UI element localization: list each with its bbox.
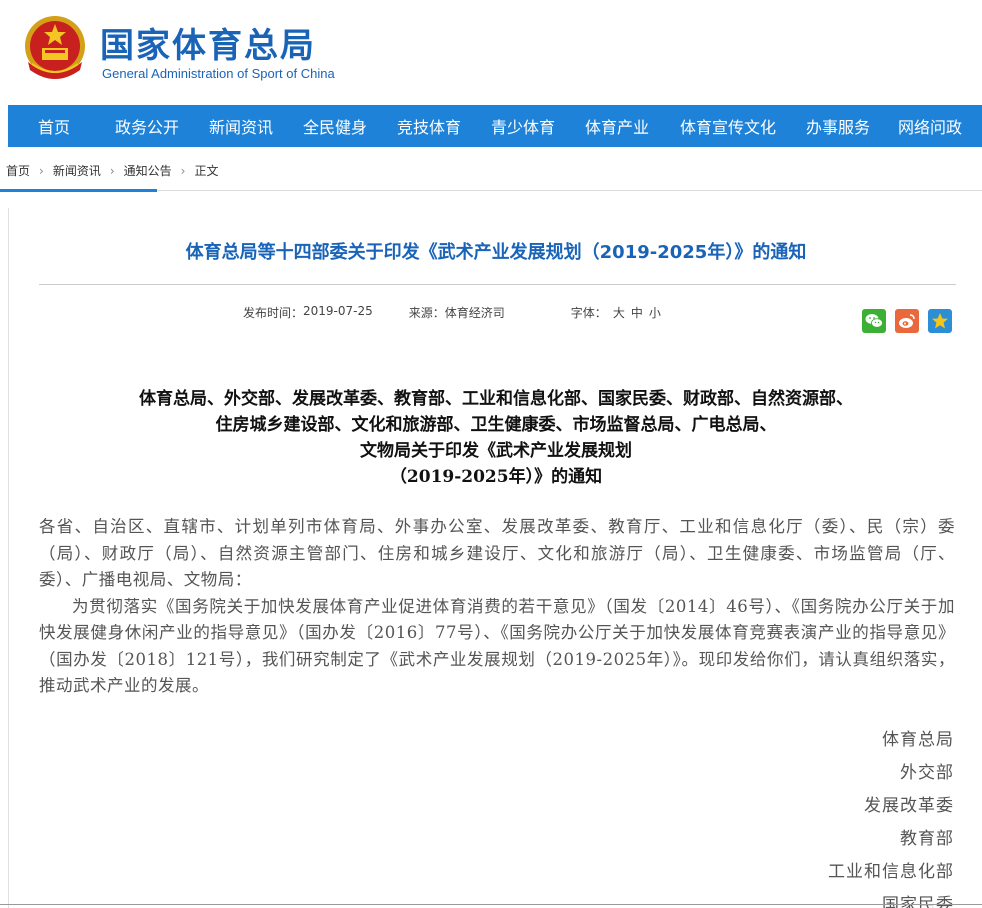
article-body: 各省、自治区、直辖市、计划单列市体育局、外事办公室、发展改革委、教育厅、工业和信… — [39, 514, 955, 700]
wechat-share-button[interactable] — [862, 309, 886, 333]
breadcrumb-active-indicator — [0, 189, 157, 192]
breadcrumb-home[interactable]: 首页 — [6, 162, 30, 179]
signer: 国家民委 — [882, 895, 954, 908]
nav-item-national-fitness[interactable]: 全民健身 — [288, 114, 382, 138]
nav-item-sports-culture[interactable]: 体育宣传文化 — [664, 114, 792, 138]
breadcrumb: 首页 › 新闻资讯 › 通知公告 › 正文 — [0, 152, 982, 194]
signer: 外交部 — [900, 763, 954, 783]
star-icon — [932, 313, 948, 329]
signer: 体育总局 — [882, 730, 954, 750]
nav-item-online-inquiry[interactable]: 网络问政 — [884, 114, 976, 138]
window-bottom-border — [0, 904, 982, 905]
national-emblem-icon[interactable] — [20, 12, 90, 84]
chevron-right-icon: › — [180, 163, 186, 178]
document-heading: 体育总局、外交部、发展改革委、教育部、工业和信息化部、国家民委、财政部、自然资源… — [9, 386, 982, 490]
font-size-small[interactable]: 小 — [649, 304, 661, 321]
heading-line: 文物局关于印发《武术产业发展规划 — [360, 441, 632, 461]
publish-date: 2019-07-25 — [303, 304, 373, 318]
heading-line: 体育总局、外交部、发展改革委、教育部、工业和信息化部、国家民委、财政部、自然资源… — [139, 389, 853, 409]
nav-item-sports-industry[interactable]: 体育产业 — [570, 114, 664, 138]
breadcrumb-current: 正文 — [194, 164, 219, 178]
publish-date-label: 发布时间： — [243, 306, 304, 320]
source: 体育经济司 — [444, 306, 505, 320]
salutation: 各省、自治区、直辖市、计划单列市体育局、外事办公室、发展改革委、教育厅、工业和信… — [39, 517, 955, 589]
breadcrumb-news[interactable]: 新闻资讯 — [53, 162, 101, 179]
breadcrumb-notices[interactable]: 通知公告 — [124, 162, 172, 179]
nav-item-youth-sports[interactable]: 青少体育 — [476, 114, 570, 138]
article: 体育总局等十四部委关于印发《武术产业发展规划（2019-2025年）》的通知 发… — [8, 208, 982, 908]
site-subtitle: General Administration of Sport of China — [102, 66, 335, 81]
weibo-icon — [899, 314, 915, 328]
chevron-right-icon: › — [109, 163, 115, 178]
favorite-button[interactable] — [928, 309, 952, 333]
article-title: 体育总局等十四部委关于印发《武术产业发展规划（2019-2025年）》的通知 — [185, 242, 807, 263]
body-paragraph: 为贯彻落实《国务院关于加快发展体育产业促进体育消费的若干意见》（国发〔2014〕… — [39, 596, 955, 696]
site-header: 国家体育总局 General Administration of Sport o… — [0, 0, 982, 104]
article-meta: 发布时间： 2019-07-25 来源： 体育经济司 字体： 大 中 小 — [243, 304, 661, 321]
signatories: 体育总局 外交部 发展改革委 教育部 工业和信息化部 国家民委 — [828, 724, 954, 908]
main-nav: 首页 政务公开 新闻资讯 全民健身 竞技体育 青少体育 体育产业 体育宣传文化 … — [8, 105, 982, 147]
title-divider — [39, 284, 956, 285]
source-label: 来源： — [408, 306, 445, 320]
font-size-medium[interactable]: 中 — [631, 304, 643, 321]
heading-line: （2019-2025年）》的通知 — [389, 467, 603, 487]
chevron-right-icon: › — [39, 163, 44, 178]
heading-line: 住房城乡建设部、文化和旅游部、卫生健康委、市场监督总局、广电总局、 — [215, 415, 777, 435]
nav-item-government-affairs[interactable]: 政务公开 — [100, 114, 194, 138]
nav-item-home[interactable]: 首页 — [8, 114, 100, 138]
nav-item-news[interactable]: 新闻资讯 — [194, 114, 288, 138]
nav-item-competitive-sports[interactable]: 竞技体育 — [382, 114, 476, 138]
wechat-icon — [865, 314, 883, 328]
font-size-label: 字体： — [570, 306, 607, 320]
signer: 工业和信息化部 — [828, 862, 954, 882]
signer: 教育部 — [900, 829, 954, 849]
font-size-large[interactable]: 大 — [613, 304, 625, 321]
weibo-share-button[interactable] — [895, 309, 919, 333]
signer: 发展改革委 — [864, 796, 954, 816]
site-title[interactable]: 国家体育总局 — [100, 18, 316, 67]
nav-item-services[interactable]: 办事服务 — [792, 114, 884, 138]
